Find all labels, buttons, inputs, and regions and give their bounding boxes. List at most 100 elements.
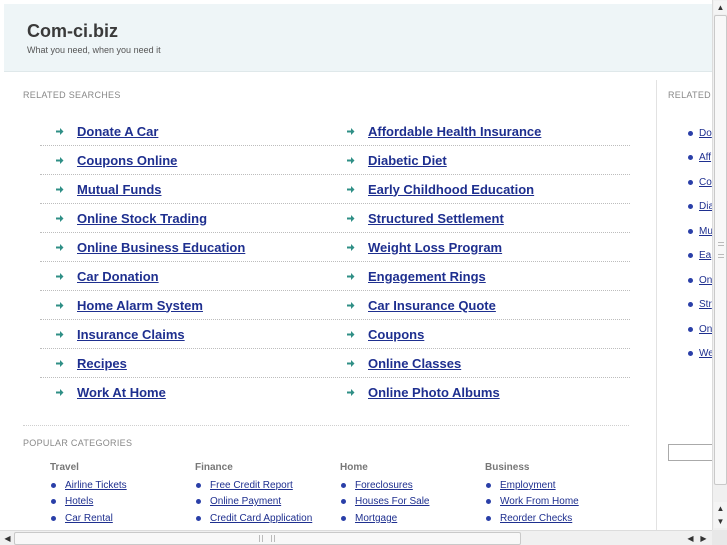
sidebar-link[interactable]: Aff (699, 152, 711, 163)
site-title[interactable]: Com-ci.biz (27, 21, 118, 42)
category-link[interactable]: Car Rental (65, 513, 113, 524)
sidebar-link[interactable]: Mu (699, 226, 712, 237)
related-search-link[interactable]: Car Insurance Quote (368, 298, 496, 313)
sidebar-link[interactable]: Do (699, 128, 712, 139)
category-item[interactable]: Online Payment (195, 494, 340, 511)
sidebar-item[interactable]: On (688, 268, 712, 293)
related-search-item[interactable]: Online Classes (331, 356, 622, 371)
category-item[interactable]: Houses For Sale (340, 494, 485, 511)
related-search-link[interactable]: Online Business Education (77, 240, 245, 255)
related-search-item[interactable]: Affordable Health Insurance (331, 124, 622, 139)
category-item[interactable]: Reorder Checks (485, 510, 630, 527)
category-link[interactable]: Reorder Checks (500, 513, 572, 524)
related-search-item[interactable]: Car Donation (40, 269, 331, 284)
scroll-right-icon[interactable]: ▶ (697, 532, 710, 545)
category-link[interactable]: Houses For Sale (355, 496, 429, 507)
related-search-link[interactable]: Engagement Rings (368, 269, 486, 284)
related-search-item[interactable]: Work At Home (40, 385, 331, 400)
category-item[interactable]: Credit Card Application (195, 510, 340, 527)
related-search-row: Work At Home Online Photo Albums (40, 378, 630, 407)
related-search-link[interactable]: Work At Home (77, 385, 166, 400)
sidebar-link[interactable]: We (699, 348, 712, 359)
related-search-item[interactable]: Online Stock Trading (40, 211, 331, 226)
scroll-up-icon[interactable]: ▲ (714, 1, 727, 14)
sidebar-link[interactable]: Ea (699, 250, 711, 261)
category-link[interactable]: Work From Home (500, 496, 579, 507)
sidebar-item[interactable]: Co (688, 170, 712, 195)
related-search-item[interactable]: Car Insurance Quote (331, 298, 622, 313)
vertical-scroll-thumb[interactable] (714, 15, 727, 485)
related-search-link[interactable]: Insurance Claims (77, 327, 185, 342)
bullet-dot-icon (196, 482, 201, 488)
sidebar-item[interactable]: Ea (688, 244, 712, 269)
category-link[interactable]: Credit Card Application (210, 513, 312, 524)
category-link[interactable]: Free Credit Report (210, 480, 293, 491)
sidebar-link[interactable]: Dia (699, 201, 712, 212)
category-item[interactable]: Car Rental (50, 510, 195, 527)
related-search-item[interactable]: Insurance Claims (40, 327, 331, 342)
related-search-item[interactable]: Diabetic Diet (331, 153, 622, 168)
sidebar-search-input[interactable] (668, 444, 712, 461)
category-link[interactable]: Airline Tickets (65, 480, 127, 491)
related-search-item[interactable]: Coupons (331, 327, 622, 342)
related-search-item[interactable]: Early Childhood Education (331, 182, 622, 197)
related-search-link[interactable]: Donate A Car (77, 124, 158, 139)
category-item[interactable]: Hotels (50, 494, 195, 511)
category-link[interactable]: Foreclosures (355, 480, 413, 491)
related-search-link[interactable]: Structured Settlement (368, 211, 504, 226)
category-item[interactable]: Employment (485, 477, 630, 494)
related-search-item[interactable]: Recipes (40, 356, 331, 371)
sidebar-item[interactable]: We (688, 342, 712, 367)
vertical-scrollbar[interactable]: ▲ ▲ ▼ (712, 0, 727, 530)
arrow-right-icon (345, 213, 355, 223)
category-link[interactable]: Hotels (65, 496, 93, 507)
related-search-item[interactable]: Donate A Car (40, 124, 331, 139)
related-search-item[interactable]: Online Business Education (40, 240, 331, 255)
scroll-down-icon[interactable]: ▼ (714, 515, 727, 528)
category-item[interactable]: Work From Home (485, 494, 630, 511)
category-item[interactable]: Free Credit Report (195, 477, 340, 494)
related-search-link[interactable]: Affordable Health Insurance (368, 124, 541, 139)
scroll-left-icon[interactable]: ◀ (684, 532, 697, 545)
category-item[interactable]: Airline Tickets (50, 477, 195, 494)
related-search-link[interactable]: Home Alarm System (77, 298, 203, 313)
related-search-item[interactable]: Mutual Funds (40, 182, 331, 197)
horizontal-scrollbar[interactable]: ◀ ◀ ▶ (0, 530, 712, 545)
sidebar-item[interactable]: On (688, 317, 712, 342)
related-search-link[interactable]: Car Donation (77, 269, 159, 284)
related-search-item[interactable]: Weight Loss Program (331, 240, 622, 255)
sidebar-link[interactable]: Str (699, 299, 712, 310)
sidebar-link[interactable]: On (699, 324, 712, 335)
sidebar-link[interactable]: Co (699, 177, 712, 188)
sidebar-item[interactable]: Mu (688, 219, 712, 244)
related-search-link[interactable]: Recipes (77, 356, 127, 371)
related-search-item[interactable]: Structured Settlement (331, 211, 622, 226)
related-search-link[interactable]: Online Classes (368, 356, 461, 371)
category-link[interactable]: Mortgage (355, 513, 397, 524)
category-item[interactable]: Foreclosures (340, 477, 485, 494)
related-search-item[interactable]: Online Photo Albums (331, 385, 622, 400)
related-search-link[interactable]: Diabetic Diet (368, 153, 447, 168)
sidebar-item[interactable]: Str (688, 293, 712, 318)
related-search-link[interactable]: Coupons Online (77, 153, 177, 168)
category-item[interactable]: Mortgage (340, 510, 485, 527)
category-link[interactable]: Online Payment (210, 496, 281, 507)
horizontal-scroll-thumb[interactable] (14, 532, 521, 545)
related-search-row: Mutual Funds Early Childhood Education (40, 175, 630, 204)
sidebar-item[interactable]: Aff (688, 146, 712, 171)
related-search-item[interactable]: Coupons Online (40, 153, 331, 168)
sidebar-item[interactable]: Do (688, 121, 712, 146)
related-search-link[interactable]: Online Stock Trading (77, 211, 207, 226)
related-search-item[interactable]: Engagement Rings (331, 269, 622, 284)
related-search-link[interactable]: Weight Loss Program (368, 240, 502, 255)
related-search-link[interactable]: Online Photo Albums (368, 385, 500, 400)
scroll-left-icon[interactable]: ◀ (1, 532, 14, 545)
related-search-link[interactable]: Early Childhood Education (368, 182, 534, 197)
sidebar-link[interactable]: On (699, 275, 712, 286)
category-link[interactable]: Employment (500, 480, 556, 491)
related-search-link[interactable]: Coupons (368, 327, 424, 342)
related-search-item[interactable]: Home Alarm System (40, 298, 331, 313)
related-search-link[interactable]: Mutual Funds (77, 182, 162, 197)
sidebar-item[interactable]: Dia (688, 195, 712, 220)
scroll-up-icon[interactable]: ▲ (714, 502, 727, 515)
